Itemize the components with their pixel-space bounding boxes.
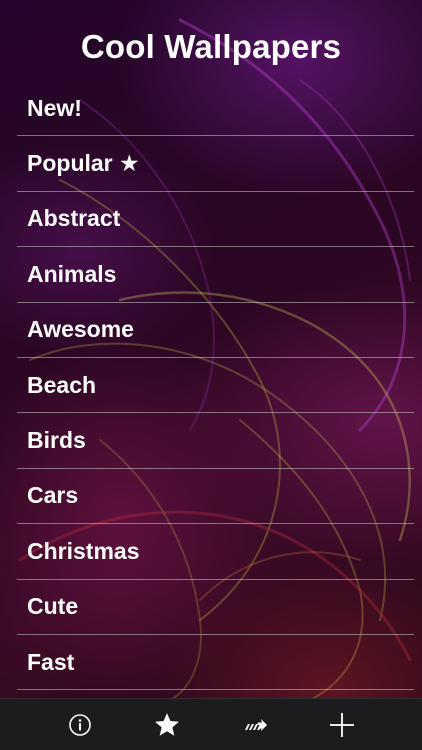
info-icon	[69, 714, 91, 736]
list-item[interactable]: Beach	[17, 358, 414, 414]
star-icon	[155, 713, 179, 736]
bottom-toolbar	[0, 698, 422, 750]
plus-icon	[330, 713, 354, 737]
list-item[interactable]: Christmas	[17, 524, 414, 580]
list-item[interactable]: Abstract	[17, 192, 414, 248]
list-item[interactable]: Awesome	[17, 303, 414, 358]
info-button[interactable]	[64, 709, 96, 741]
share-button[interactable]	[239, 709, 271, 741]
add-button[interactable]	[326, 709, 358, 741]
list-item[interactable]: New!	[17, 81, 414, 137]
list-item[interactable]: Birds	[17, 413, 414, 469]
category-list: New! Popular ★ Abstract Animals Awesome …	[17, 81, 414, 691]
share-arrow-icon	[245, 719, 267, 731]
favorites-button[interactable]	[151, 709, 183, 741]
list-item[interactable]: Popular ★	[17, 136, 414, 192]
list-item[interactable]: Cars	[17, 469, 414, 525]
list-item[interactable]: Fast	[17, 635, 414, 691]
page-title: Cool Wallpapers	[80, 28, 342, 65]
list-item[interactable]: Animals	[17, 247, 414, 303]
list-item[interactable]: Cute	[17, 580, 414, 635]
